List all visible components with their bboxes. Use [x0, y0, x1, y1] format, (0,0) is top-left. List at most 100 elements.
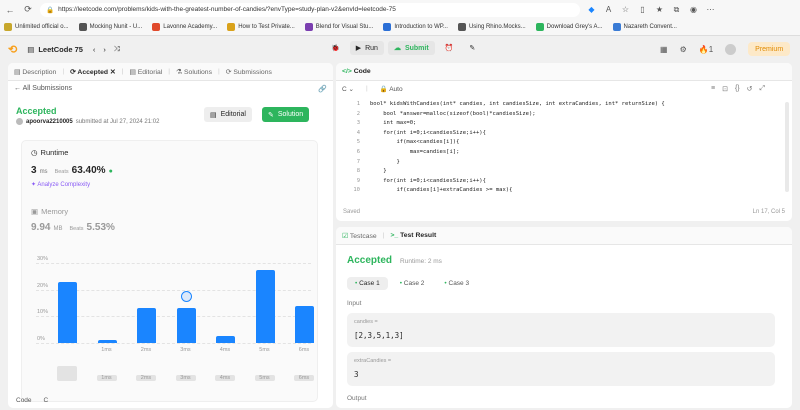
study-plan-title[interactable]: LeetCode 75	[38, 45, 83, 54]
your-submission-avatar[interactable]	[180, 291, 192, 303]
code-line[interactable]: 3 int max=0;	[336, 119, 417, 129]
code-line[interactable]: 8 }	[336, 167, 387, 177]
chart-bar[interactable]	[176, 308, 196, 343]
fire-icon: 🔥	[698, 44, 709, 54]
bookmark-label: Introduction to WP...	[394, 24, 448, 30]
reset-icon[interactable]: ↺	[747, 85, 753, 93]
split-screen-icon[interactable]: ▯	[637, 5, 648, 14]
streak-counter[interactable]: 🔥1	[699, 45, 713, 54]
range-tick-label: 1ms	[101, 375, 112, 381]
bookmark-item[interactable]: Using Rhino.Mocks...	[457, 23, 526, 31]
chart-bar[interactable]	[97, 340, 117, 343]
tab-testcase[interactable]: ☑ Testcase	[342, 232, 377, 240]
tab-test-result[interactable]: >_ Test Result	[390, 232, 436, 239]
next-problem-icon[interactable]: ›	[103, 45, 106, 54]
chart-bar[interactable]	[137, 308, 156, 343]
read-aloud-icon[interactable]: A	[603, 5, 614, 14]
line-number: 7	[356, 158, 360, 165]
bookmark-favicon-icon	[304, 23, 313, 31]
language-select[interactable]: C ⌄	[342, 85, 354, 93]
bookmark-item[interactable]: Download Grey's A...	[535, 23, 603, 31]
chart-bar[interactable]	[216, 336, 235, 343]
x-tick-label: 5ms	[259, 347, 270, 353]
bookmark-item[interactable]: Lavonne Academy...	[152, 23, 217, 31]
line-number: 3	[356, 120, 360, 127]
range-tick-label: 5ms	[259, 375, 270, 381]
auto-mode[interactable]: 🔒 Auto	[380, 85, 403, 93]
code-line[interactable]: 9 for(int i=0;i<candiesSize;i++){	[336, 177, 486, 187]
extra-candies-label: extraCandies =	[354, 358, 392, 364]
case-2-tab[interactable]: • Case 2	[392, 277, 433, 290]
reload-icon[interactable]: ⟳	[22, 4, 34, 15]
code-text: for(int i=0;i<candiesSize;i++){	[370, 129, 486, 136]
input-label: Input	[347, 300, 362, 307]
braces-icon[interactable]: {}	[735, 85, 740, 93]
play-icon: ▶	[355, 45, 362, 52]
address-bar[interactable]: 🔒 https://leetcode.com/problems/kids-wit…	[40, 2, 580, 17]
settings-icon[interactable]: ⚙	[680, 45, 687, 54]
code-line[interactable]: 5 if(max<candies[i]){	[336, 138, 460, 148]
bookmark-icon[interactable]: ⊡	[722, 85, 728, 93]
bookmark-item[interactable]: Mocking Nunit - U...	[78, 23, 143, 31]
browser-toolbar: ← ⟳ 🔒 https://leetcode.com/problems/kids…	[0, 0, 800, 19]
code-line[interactable]: 4 for(int i=0;i<candiesSize;i++){	[336, 129, 486, 139]
prev-problem-icon[interactable]: ‹	[93, 45, 96, 54]
range-tick-label: 3ms	[180, 375, 191, 381]
shuffle-icon[interactable]: ⤨	[114, 44, 120, 54]
bookmark-item[interactable]: How to Test Private...	[227, 23, 295, 31]
favorite-icon[interactable]: ☆	[620, 5, 631, 14]
collections-icon[interactable]: ⧉	[671, 5, 682, 15]
more-icon[interactable]: ⋯	[705, 5, 716, 14]
bookmark-label: Nazareth Convent...	[623, 24, 677, 30]
bookmark-item[interactable]: Unlimited official o...	[4, 23, 69, 31]
code-line[interactable]: 2 bool *answer=malloc(sizeof(bool)*candi…	[336, 110, 536, 120]
extension-icon[interactable]: ◆	[586, 5, 597, 14]
line-number: 5	[356, 139, 360, 146]
bookmark-favicon-icon	[457, 23, 466, 31]
format-icon[interactable]: ≡	[711, 85, 715, 93]
avatar[interactable]	[725, 43, 737, 55]
submit-button[interactable]: ☁ Submit	[387, 41, 435, 55]
code-body[interactable]: 1 bool* kidsWithCandies(int* candies, int…	[336, 100, 792, 198]
debug-button[interactable]: 🐞	[325, 41, 346, 55]
code-text: bool *answer=malloc(sizeof(bool)*candies…	[370, 110, 536, 117]
code-text: if(candies[i]+extraCandies >= max){	[370, 187, 513, 194]
code-tab[interactable]: </> Code	[342, 68, 371, 75]
lock-icon: 🔒	[46, 6, 55, 14]
case-3-tab[interactable]: • Case 3	[436, 277, 477, 290]
editor-scrollbar[interactable]	[785, 102, 789, 192]
bookmark-item[interactable]: Blend for Visual Stu...	[304, 23, 374, 31]
chart-bar[interactable]	[295, 305, 314, 343]
code-footer-label: Code	[16, 397, 32, 404]
bookmark-item[interactable]: Introduction to WP...	[383, 23, 448, 31]
range-selector-bar[interactable]	[57, 366, 77, 381]
case-1-tab[interactable]: • Case 1	[347, 277, 388, 290]
code-line[interactable]: 6 max=candies[i];	[336, 148, 460, 158]
premium-button[interactable]: Premium	[748, 42, 791, 56]
range-tick-label: 4ms	[219, 375, 231, 381]
code-line[interactable]: 10 if(candies[i]+extraCandies >= max){	[336, 186, 512, 196]
bookmark-favicon-icon	[78, 23, 87, 31]
problem-list-icon[interactable]: ▤	[27, 45, 34, 54]
y-tick-label: 10%	[37, 309, 49, 316]
back-icon[interactable]: ←	[4, 5, 16, 15]
chart-bar[interactable]	[58, 281, 77, 343]
layout-icon[interactable]: ▦	[660, 45, 668, 54]
code-line[interactable]: 1 bool* kidsWithCandies(int* candies, int…	[336, 100, 665, 110]
bookmark-favicon-icon	[535, 23, 544, 31]
notes-button[interactable]: ✎	[463, 41, 481, 55]
bookmark-label: Using Rhino.Mocks...	[468, 24, 526, 30]
fullscreen-icon[interactable]: ⤢	[760, 85, 766, 93]
favorites-bar-icon[interactable]: ★	[654, 5, 665, 14]
profile-icon[interactable]: ◉	[688, 5, 699, 14]
bookmark-item[interactable]: Nazareth Convent...	[612, 23, 677, 31]
code-line[interactable]: 7 }	[336, 158, 400, 168]
extra-candies-value: 3	[354, 370, 359, 379]
timer-button[interactable]: ⏰	[439, 41, 460, 55]
chart-bar[interactable]	[255, 269, 275, 343]
code-text: }	[370, 158, 400, 165]
leetcode-logo-icon[interactable]: ⟲	[8, 43, 17, 56]
bookmark-label: Blend for Visual Stu...	[315, 24, 374, 30]
run-button[interactable]: ▶ Run	[349, 41, 384, 55]
bookmark-label: Mocking Nunit - U...	[89, 24, 143, 30]
